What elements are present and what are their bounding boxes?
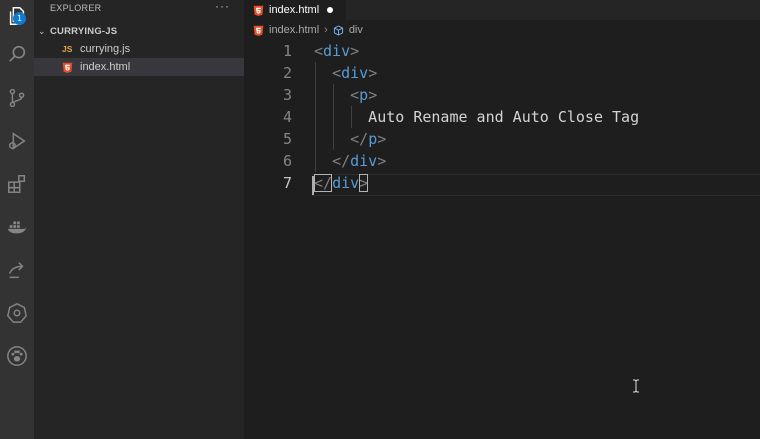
code-text: <div>	[314, 40, 359, 62]
tag-bracket: >	[377, 130, 387, 148]
folder-name: CURRYING-JS	[50, 25, 118, 37]
text-content	[314, 130, 350, 148]
line-number: 3	[282, 86, 292, 104]
code-line[interactable]: 4 Auto Rename and Auto Close Tag	[244, 106, 760, 128]
activity-bar: 1	[0, 0, 34, 439]
tag-bracket: <	[350, 86, 360, 104]
text-content	[314, 152, 332, 170]
tag-name: p	[359, 86, 369, 104]
explorer-header: EXPLORER	[50, 3, 102, 13]
tag-bracket: <	[332, 64, 342, 82]
paw-icon[interactable]	[5, 344, 29, 368]
folder-row[interactable]: ⌄ CURRYING-JS	[34, 22, 244, 40]
tag-name: div	[323, 42, 351, 60]
cube-icon	[333, 25, 344, 36]
explorer-sidebar: EXPLORER ··· ⌄ CURRYING-JS JS currying.j…	[34, 0, 244, 439]
tag-bracket: <	[314, 42, 324, 60]
file-label: currying.js	[80, 43, 131, 55]
tag-name: div	[332, 174, 360, 192]
kubernetes-icon[interactable]	[5, 301, 29, 325]
line-number: 4	[282, 108, 292, 126]
mouse-ibeam-icon	[633, 379, 639, 393]
code-line[interactable]: 5 </p>	[244, 128, 760, 150]
run-debug-icon[interactable]	[5, 129, 29, 153]
tag-bracket: >	[350, 42, 360, 60]
explorer-badge: 1	[13, 12, 26, 25]
breadcrumb-file[interactable]: index.html	[269, 24, 319, 36]
text-content: Auto Rename and Auto Close Tag	[314, 108, 640, 126]
text-cursor	[312, 176, 314, 195]
code-text: <p>	[314, 84, 377, 106]
source-control-icon[interactable]	[5, 86, 29, 110]
line-number: 2	[282, 64, 292, 82]
text-content	[314, 86, 350, 104]
code-text: </div>	[314, 150, 386, 172]
unsaved-dot-icon[interactable]	[327, 7, 334, 13]
breadcrumb-separator: ›	[324, 24, 328, 36]
text-content	[314, 64, 332, 82]
code-line[interactable]: 1 <div>	[244, 40, 760, 62]
tab-index-html[interactable]: index.html	[244, 0, 346, 20]
chevron-down-icon: ⌄	[38, 25, 46, 36]
tag-bracket: >	[368, 64, 378, 82]
search-icon[interactable]	[5, 42, 29, 66]
tag-name: div	[341, 64, 369, 82]
file-row-index-html[interactable]: index.html	[34, 58, 244, 76]
tag-bracket: >	[359, 174, 369, 192]
code-text: </div>	[314, 172, 369, 194]
file-label: index.html	[80, 61, 131, 73]
breadcrumb-symbol[interactable]: div	[349, 24, 363, 36]
tag-bracket: </	[350, 130, 369, 148]
code-text: </p>	[314, 128, 386, 150]
file-row-currying-js[interactable]: JS currying.js	[34, 40, 244, 58]
code-line[interactable]: 7 </div>	[244, 172, 760, 194]
line-number: 6	[282, 152, 292, 170]
remote-icon[interactable]	[5, 258, 29, 282]
code-line[interactable]: 3 <p>	[244, 84, 760, 106]
js-file-icon: JS	[62, 44, 73, 54]
html-file-icon	[62, 62, 80, 73]
tag-bracket: </	[332, 152, 351, 170]
tag-bracket: >	[377, 152, 387, 170]
tag-bracket: >	[368, 86, 378, 104]
code-text: Auto Rename and Auto Close Tag	[314, 106, 639, 128]
html-file-icon	[253, 25, 264, 36]
line-number: 7	[282, 174, 292, 192]
line-number: 1	[282, 42, 292, 60]
code-editor[interactable]: 1 <div> 2 <div> 3 <p> 4 Auto Rename and Auto…	[244, 40, 760, 439]
line-number: 5	[282, 130, 292, 148]
more-actions-icon[interactable]: ···	[215, 0, 230, 13]
tag-name: div	[350, 152, 378, 170]
extensions-icon[interactable]	[5, 172, 29, 196]
tab-bar: index.html	[244, 0, 760, 20]
docker-icon[interactable]	[5, 215, 29, 239]
code-line[interactable]: 6 </div>	[244, 150, 760, 172]
code-line[interactable]: 2 <div>	[244, 62, 760, 84]
breadcrumb: index.html › div	[244, 20, 760, 40]
html-file-icon	[253, 5, 264, 16]
code-text: <div>	[314, 62, 377, 84]
tag-bracket: </	[314, 174, 333, 192]
tab-label: index.html	[269, 4, 320, 16]
tag-name: p	[368, 130, 378, 148]
